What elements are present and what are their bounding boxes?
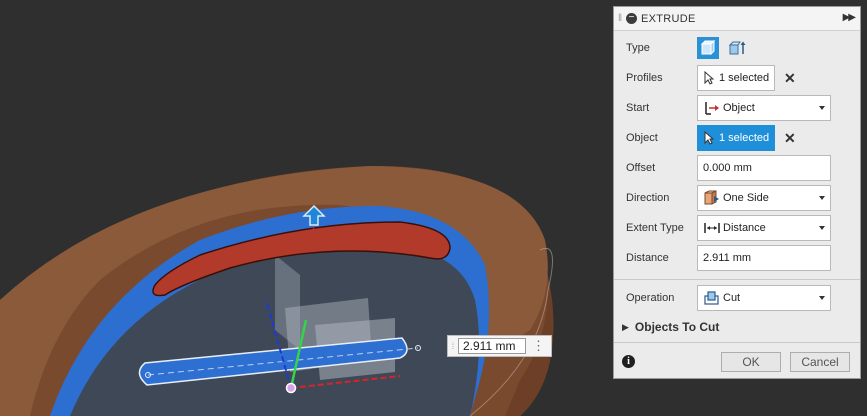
- cancel-button[interactable]: Cancel: [790, 352, 850, 372]
- objects-to-cut-label: Objects To Cut: [634, 320, 720, 334]
- chevron-down-icon: [819, 196, 825, 200]
- row-start: Start Object: [614, 95, 860, 121]
- extrude-panel: ‖ − EXTRUDE ▶▶ Type Profiles 1 selected …: [613, 6, 861, 379]
- type-thin-extrude-button[interactable]: [726, 37, 748, 59]
- distance-label: Distance: [626, 252, 669, 264]
- offset-input[interactable]: 0.000 mm: [697, 155, 831, 181]
- info-icon[interactable]: i: [622, 355, 635, 368]
- start-object-icon: [703, 100, 721, 116]
- start-dropdown-value: Object: [723, 102, 755, 114]
- extent-type-dropdown-value: Distance: [723, 222, 766, 234]
- expand-arrows-icon[interactable]: ▶▶: [843, 12, 856, 23]
- clear-object-icon[interactable]: ✕: [784, 130, 796, 147]
- chevron-down-icon: [819, 296, 825, 300]
- cursor-arrow-icon: [704, 131, 716, 145]
- dimension-input[interactable]: 2.911 mm: [458, 338, 526, 354]
- object-label: Object: [626, 132, 658, 144]
- type-extrude-button[interactable]: [697, 37, 719, 59]
- extrude-solid-icon: [700, 40, 716, 56]
- chevron-down-icon: [819, 226, 825, 230]
- panel-footer: i OK Cancel: [614, 342, 860, 379]
- row-profiles: Profiles 1 selected ✕: [614, 65, 860, 91]
- offset-label: Offset: [626, 162, 656, 174]
- row-direction: Direction One Side: [614, 185, 860, 211]
- clear-profiles-icon[interactable]: ✕: [784, 70, 796, 87]
- one-side-icon: [703, 190, 721, 206]
- object-selection-button[interactable]: 1 selected: [697, 125, 775, 151]
- row-operation: Operation Cut: [614, 285, 860, 311]
- expand-triangle-icon[interactable]: ▶: [622, 322, 629, 333]
- start-label: Start: [626, 102, 650, 114]
- dimension-grip-icon[interactable]: ⁞: [448, 336, 458, 356]
- direction-label: Direction: [626, 192, 670, 204]
- distance-input[interactable]: 2.911 mm: [697, 245, 831, 271]
- collapse-icon[interactable]: −: [626, 13, 637, 24]
- cut-icon: [703, 290, 721, 306]
- object-selection-text: 1 selected: [719, 132, 770, 144]
- dimension-menu-icon[interactable]: ⋮: [526, 339, 551, 352]
- profiles-label: Profiles: [626, 72, 663, 84]
- row-object: Object 1 selected ✕: [614, 125, 860, 151]
- row-offset: Offset 0.000 mm: [614, 155, 860, 181]
- panel-header[interactable]: ‖ − EXTRUDE ▶▶: [614, 7, 860, 31]
- direction-dropdown[interactable]: One Side: [697, 185, 831, 211]
- direction-dropdown-value: One Side: [723, 192, 769, 204]
- cursor-arrow-icon: [704, 71, 716, 85]
- distance-icon: [703, 220, 721, 236]
- dimension-input-box: ⁞ 2.911 mm ⋮: [447, 335, 552, 357]
- thin-extrude-icon: [728, 41, 746, 55]
- objects-to-cut-section[interactable]: ▶ Objects To Cut: [614, 316, 860, 338]
- ok-button[interactable]: OK: [721, 352, 781, 372]
- operation-label: Operation: [626, 292, 675, 304]
- chevron-down-icon: [819, 106, 825, 110]
- origin-point: [285, 382, 297, 394]
- divider: [614, 279, 860, 280]
- profiles-selection-button[interactable]: 1 selected: [697, 65, 775, 91]
- panel-title: EXTRUDE: [641, 12, 696, 25]
- drag-grip-icon[interactable]: ‖: [618, 13, 626, 24]
- operation-dropdown[interactable]: Cut: [697, 285, 831, 311]
- row-distance: Distance 2.911 mm: [614, 245, 860, 271]
- type-label: Type: [626, 42, 650, 54]
- start-dropdown[interactable]: Object: [697, 95, 831, 121]
- row-type: Type: [614, 35, 860, 61]
- row-extent-type: Extent Type Distance: [614, 215, 860, 241]
- profiles-selection-text: 1 selected: [719, 72, 770, 84]
- extent-type-label: Extent Type: [626, 222, 684, 234]
- extent-type-dropdown[interactable]: Distance: [697, 215, 831, 241]
- operation-dropdown-value: Cut: [723, 292, 741, 304]
